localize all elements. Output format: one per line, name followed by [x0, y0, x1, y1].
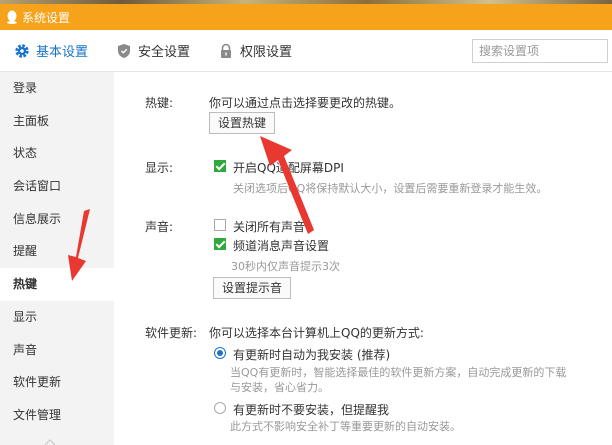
- gear-icon: [15, 43, 29, 58]
- set-hotkey-button[interactable]: 设置热键: [209, 112, 276, 134]
- update-description: 你可以选择本台计算机上QQ的更新方式:: [209, 326, 424, 340]
- settings-content: 热键: 你可以通过点击选择要更改的热键。 设置热键 显示: 开启QQ适配屏幕DP…: [114, 72, 612, 445]
- sidebar-item-info-display[interactable]: 信息展示: [0, 203, 114, 236]
- update-notify-only-radio[interactable]: [214, 402, 226, 414]
- window-title: 系统设置: [22, 10, 71, 25]
- set-notification-sound-button[interactable]: 设置提示音: [213, 277, 292, 299]
- hotkey-section-label: 热键:: [145, 96, 174, 110]
- tab-basic-settings[interactable]: 基本设置: [0, 30, 102, 72]
- window-titlebar[interactable]: 系统设置: [0, 4, 612, 30]
- dpi-adapt-checkbox[interactable]: [214, 160, 226, 172]
- sidebar-item-software-update[interactable]: 软件更新: [0, 366, 114, 399]
- sidebar-item-file-management[interactable]: 文件管理: [0, 399, 114, 432]
- update-section-label: 软件更新:: [145, 326, 198, 340]
- update-notify-only-hint: 此方式不影响安全补丁等重要更新的自动安装。: [230, 420, 461, 433]
- sidebar-item-reminder[interactable]: 提醒: [0, 235, 114, 268]
- tab-permission-settings-label: 权限设置: [240, 45, 293, 60]
- scroll-up-icon[interactable]: [44, 439, 56, 445]
- tab-permission-settings[interactable]: 权限设置: [204, 30, 306, 72]
- settings-search-input[interactable]: [472, 39, 608, 63]
- tab-security-settings-label: 安全设置: [138, 45, 191, 60]
- lock-icon: [221, 43, 232, 58]
- sidebar-item-hotkeys[interactable]: 热键: [0, 268, 114, 301]
- mute-all-checkbox[interactable]: [214, 219, 226, 231]
- tab-security-settings[interactable]: 安全设置: [102, 30, 204, 72]
- sidebar-item-sound[interactable]: 声音: [0, 334, 114, 367]
- update-auto-install-hint-line2: 与安装，省心省力。: [230, 381, 329, 394]
- dpi-adapt-hint: 关闭选项后QQ将保持默认大小，设置后需要重新登录才能生效。: [233, 182, 548, 195]
- settings-sidebar: 登录 主面板 状态 会话窗口 信息展示 提醒 热键 显示 声音 软件更新 文件管…: [0, 72, 114, 445]
- channel-sound-hint: 30秒内仅声音提示3次: [231, 260, 340, 273]
- dpi-adapt-label: 开启QQ适配屏幕DPI: [233, 161, 344, 175]
- update-auto-install-hint-line1: 当QQ有更新时，智能选择最佳的软件更新方案，自动完成更新的下载: [230, 366, 567, 379]
- shield-icon: [118, 43, 131, 58]
- sidebar-item-main-panel[interactable]: 主面板: [0, 105, 114, 138]
- hotkey-description: 你可以通过点击选择要更改的热键。: [209, 96, 402, 110]
- update-auto-install-label: 有更新时自动为我安装 (推荐): [233, 348, 391, 362]
- mute-all-label: 关闭所有声音: [233, 220, 306, 234]
- channel-sound-checkbox[interactable]: [214, 238, 226, 250]
- channel-sound-label: 频道消息声音设置: [233, 239, 330, 253]
- sound-section-label: 声音:: [145, 220, 174, 234]
- sidebar-item-chat-window[interactable]: 会话窗口: [0, 170, 114, 203]
- qq-penguin-icon: [7, 10, 17, 24]
- display-section-label: 显示:: [145, 161, 174, 175]
- update-auto-install-radio[interactable]: [214, 347, 226, 359]
- sidebar-item-login[interactable]: 登录: [0, 72, 114, 105]
- settings-toolbar: 基本设置 安全设置 权限设置: [0, 30, 612, 72]
- sidebar-item-display[interactable]: 显示: [0, 301, 114, 334]
- update-notify-only-label: 有更新时不要安装，但提醒我: [233, 403, 390, 417]
- tab-basic-settings-label: 基本设置: [36, 45, 89, 60]
- sidebar-item-status[interactable]: 状态: [0, 137, 114, 170]
